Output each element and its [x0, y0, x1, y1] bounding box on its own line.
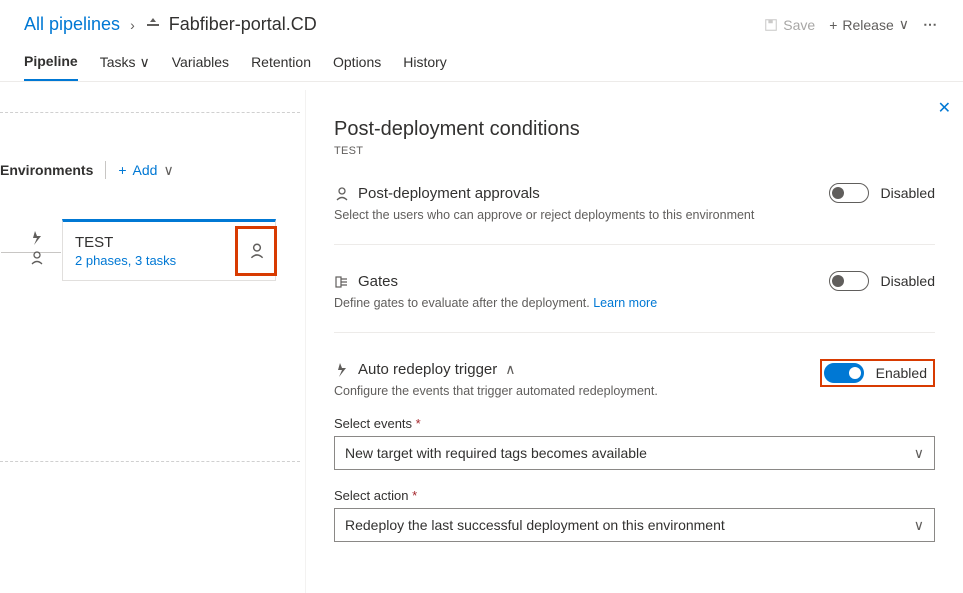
tab-options[interactable]: Options [333, 53, 381, 81]
stage-tasks-link[interactable]: 2 phases, 3 tasks [75, 253, 176, 268]
chevron-down-icon: ∨ [914, 517, 924, 534]
toolbar: Save + Release ∨ ⋯ [764, 16, 939, 33]
post-deploy-panel: ✕ Post-deployment conditions TEST Post-d… [305, 90, 963, 593]
chevron-up-icon[interactable]: ∧ [505, 361, 515, 378]
pre-deploy-conditions-button[interactable] [29, 230, 45, 266]
add-environment-button[interactable]: + Add ∨ [118, 162, 173, 179]
tab-tasks[interactable]: Tasks ∨ [100, 53, 150, 81]
person-icon [248, 242, 266, 260]
release-label: Release [842, 17, 893, 33]
save-icon [764, 18, 778, 32]
release-button[interactable]: + Release ∨ [829, 16, 909, 33]
post-deploy-conditions-button[interactable] [237, 228, 275, 274]
tab-history[interactable]: History [403, 53, 447, 81]
select-events-value: New target with required tags becomes av… [345, 445, 647, 461]
divider [105, 161, 106, 179]
breadcrumb-title: Fabfiber-portal.CD [145, 14, 317, 35]
release-definition-icon [145, 17, 161, 33]
chevron-down-icon: ∨ [914, 445, 924, 462]
tab-tasks-label: Tasks [100, 54, 136, 70]
section-gates: Gates Define gates to evaluate after the… [334, 273, 935, 333]
trigger-icon [334, 362, 350, 378]
approvals-toggle[interactable] [829, 183, 869, 203]
save-button: Save [764, 17, 815, 33]
tab-retention[interactable]: Retention [251, 53, 311, 81]
approvals-toggle-row: Disabled [829, 183, 935, 203]
section-approvals: Post-deployment approvals Select the use… [334, 185, 935, 245]
approvals-desc: Select the users who can approve or reje… [334, 208, 935, 222]
close-button[interactable]: ✕ [938, 98, 951, 118]
tabs: Pipeline Tasks ∨ Variables Retention Opt… [0, 41, 963, 82]
redeploy-toggle-highlight: Enabled [820, 359, 935, 387]
stage-name: TEST [75, 234, 229, 251]
divider [0, 112, 300, 113]
person-icon [29, 250, 45, 266]
gates-learn-more-link[interactable]: Learn more [593, 296, 657, 310]
environments-pane: Environments + Add ∨ TEST 2 phases, 3 ta… [0, 100, 300, 474]
tab-pipeline[interactable]: Pipeline [24, 53, 78, 81]
select-action-label: Select action * [334, 488, 935, 503]
add-label: Add [133, 162, 158, 178]
divider [0, 461, 300, 462]
gates-toggle-row: Disabled [829, 271, 935, 291]
trigger-icon [29, 230, 45, 246]
person-icon [334, 186, 350, 202]
redeploy-title: Auto redeploy trigger [358, 361, 497, 378]
chevron-down-icon: ∨ [899, 16, 909, 33]
gates-desc: Define gates to evaluate after the deplo… [334, 296, 935, 310]
select-action-dropdown[interactable]: Redeploy the last successful deployment … [334, 508, 935, 542]
panel-subtitle: TEST [334, 145, 935, 157]
breadcrumb-root-link[interactable]: All pipelines [24, 14, 120, 35]
select-events-label: Select events * [334, 416, 935, 431]
redeploy-toggle-label: Enabled [876, 365, 927, 381]
tab-variables[interactable]: Variables [172, 53, 229, 81]
environments-label: Environments [0, 162, 93, 178]
gates-title: Gates [358, 273, 398, 290]
select-action-value: Redeploy the last successful deployment … [345, 517, 725, 533]
chevron-right-icon: › [130, 17, 135, 33]
select-events-dropdown[interactable]: New target with required tags becomes av… [334, 436, 935, 470]
more-actions-button[interactable]: ⋯ [923, 16, 939, 33]
stage-card[interactable]: TEST 2 phases, 3 tasks [62, 219, 276, 281]
environments-header: Environments + Add ∨ [0, 125, 300, 187]
approvals-title: Post-deployment approvals [358, 185, 540, 202]
gates-toggle[interactable] [829, 271, 869, 291]
plus-icon: + [829, 17, 837, 33]
chevron-down-icon: ∨ [139, 54, 149, 71]
panel-title: Post-deployment conditions [334, 118, 935, 141]
save-label: Save [783, 17, 815, 33]
stage-body[interactable]: TEST 2 phases, 3 tasks [63, 222, 237, 280]
approvals-toggle-label: Disabled [881, 185, 935, 201]
plus-icon: + [118, 162, 126, 178]
redeploy-toggle[interactable] [824, 363, 864, 383]
breadcrumb: All pipelines › Fabfiber-portal.CD Save … [0, 0, 963, 41]
gates-icon [334, 274, 350, 290]
section-auto-redeploy: Auto redeploy trigger ∧ Configure the ev… [334, 361, 935, 542]
gates-toggle-label: Disabled [881, 273, 935, 289]
pipeline-name: Fabfiber-portal.CD [169, 14, 317, 35]
chevron-down-icon: ∨ [163, 162, 173, 179]
